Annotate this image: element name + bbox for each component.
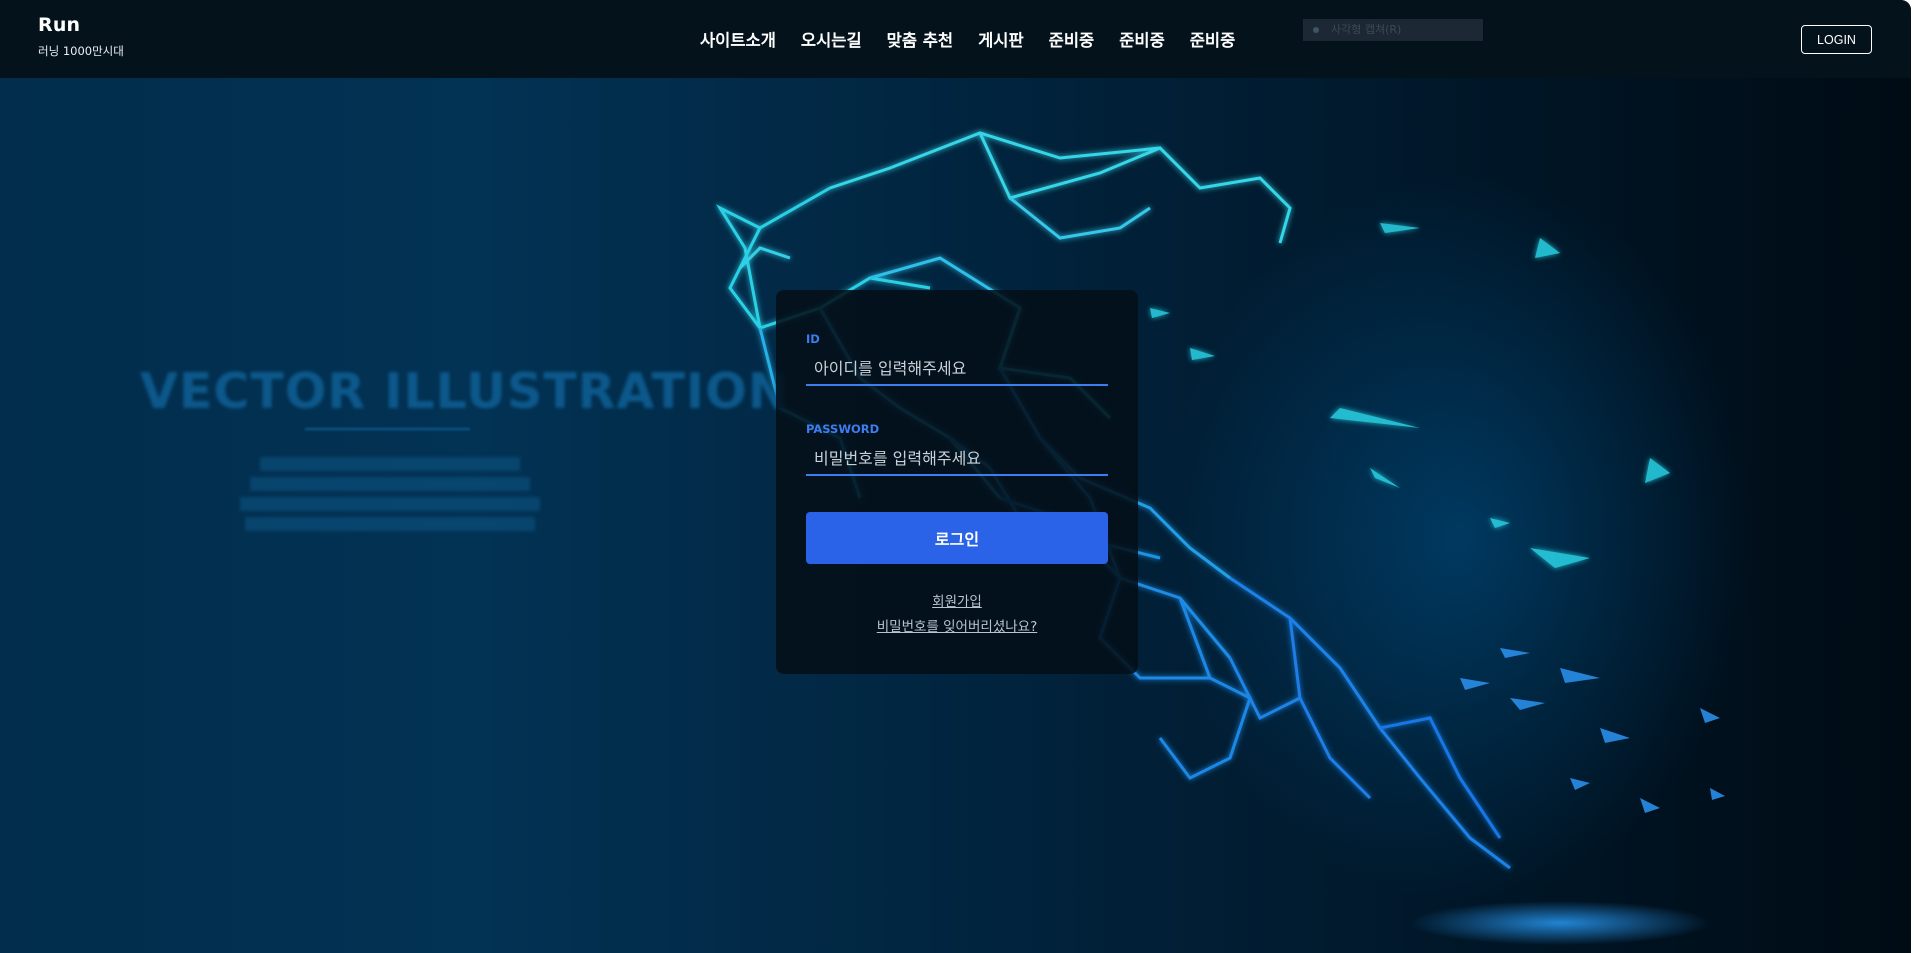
browser-page: Run 러닝 1000만시대 사이트소개 오시는길 맞춤 추천 게시판 준비중 …	[0, 0, 1911, 953]
capture-tooltip-text: 사각형 캡쳐(R)	[1331, 23, 1402, 36]
nav-item-site-intro[interactable]: 사이트소개	[700, 27, 776, 51]
id-field-wrapper	[806, 352, 1108, 386]
password-label: PASSWORD	[806, 422, 880, 436]
signup-link[interactable]: 회원가입	[776, 590, 1138, 610]
site-header: Run 러닝 1000만시대 사이트소개 오시는길 맞춤 추천 게시판 준비중 …	[0, 0, 1911, 78]
header-login-button[interactable]: LOGIN	[1801, 25, 1872, 54]
capture-tooltip: 사각형 캡쳐(R)	[1303, 19, 1483, 41]
forgot-password-link[interactable]: 비밀번호를 잊어버리셨나요?	[776, 615, 1138, 635]
password-field-wrapper	[806, 442, 1108, 476]
nav-item-coming-soon-3[interactable]: 준비중	[1190, 27, 1236, 51]
password-input[interactable]	[806, 442, 1108, 474]
login-submit-button[interactable]: 로그인	[806, 512, 1108, 564]
id-input[interactable]	[806, 352, 1108, 384]
nav-item-board[interactable]: 게시판	[978, 27, 1024, 51]
hero-divider	[305, 428, 470, 430]
login-card: ID PASSWORD 로그인 회원가입 비밀번호를 잊어버리셨나요?	[776, 290, 1138, 674]
brand[interactable]: Run 러닝 1000만시대	[38, 14, 124, 59]
dot-icon	[1313, 27, 1319, 33]
nav-item-coming-soon-2[interactable]: 준비중	[1119, 27, 1165, 51]
hero-blurred-text	[240, 451, 540, 537]
brand-subtitle: 러닝 1000만시대	[38, 44, 124, 58]
nav-item-directions[interactable]: 오시는길	[801, 27, 862, 51]
nav-item-recommend[interactable]: 맞춤 추천	[887, 27, 953, 51]
id-label: ID	[806, 332, 820, 346]
main-nav: 사이트소개 오시는길 맞춤 추천 게시판 준비중 준비중 준비중	[700, 27, 1260, 51]
hero-heading: VECTOR ILLUSTRATION	[140, 363, 790, 420]
brand-title: Run	[38, 14, 81, 36]
nav-item-coming-soon-1[interactable]: 준비중	[1049, 27, 1095, 51]
